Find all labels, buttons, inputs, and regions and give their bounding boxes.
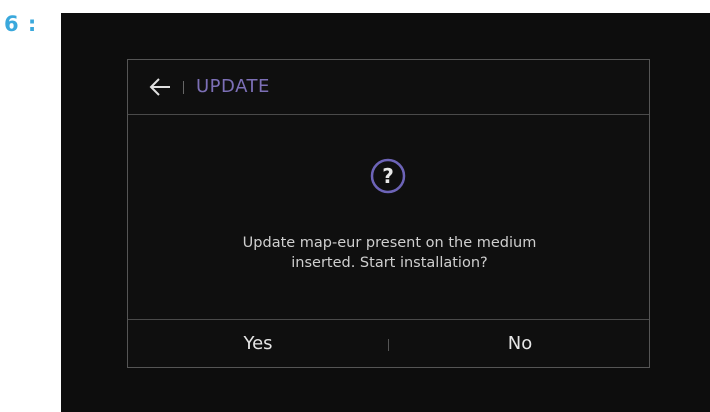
dialog-header: UPDATE bbox=[128, 60, 649, 115]
back-arrow-icon[interactable] bbox=[148, 76, 172, 98]
dialog-button-bar: Yes No bbox=[128, 319, 649, 368]
device-screen: UPDATE ? Update map-eur present on the m… bbox=[61, 13, 710, 412]
yes-button[interactable]: Yes bbox=[128, 320, 388, 368]
step-number-label: 6 : bbox=[4, 12, 38, 36]
message-line-1: Update map-eur present on the medium bbox=[242, 235, 537, 251]
update-dialog: UPDATE ? Update map-eur present on the m… bbox=[127, 59, 650, 368]
svg-text:?: ? bbox=[382, 164, 394, 188]
question-icon: ? bbox=[369, 157, 407, 195]
dialog-message: Update map-eur present on the medium ins… bbox=[148, 233, 631, 273]
message-line-2: inserted. Start installation? bbox=[291, 255, 488, 271]
no-button[interactable]: No bbox=[390, 320, 650, 368]
dialog-title: UPDATE bbox=[196, 76, 270, 97]
header-divider bbox=[183, 81, 184, 94]
button-divider bbox=[388, 339, 389, 351]
